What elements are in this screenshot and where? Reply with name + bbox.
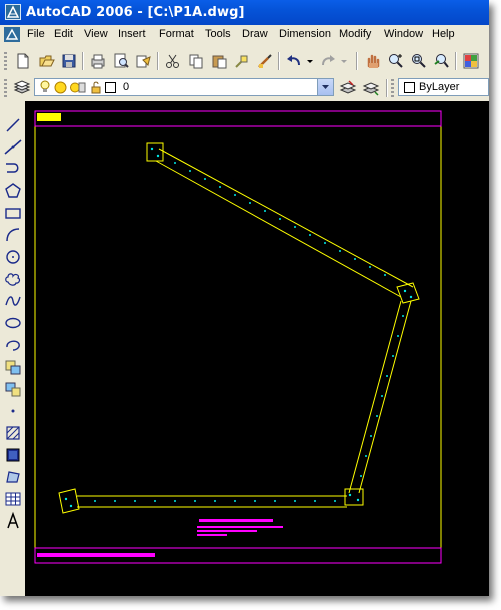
menu-modify[interactable]: Modify xyxy=(339,28,371,40)
layer-color-swatch xyxy=(105,82,116,93)
zoom-realtime-icon[interactable] xyxy=(386,51,406,71)
hatch-icon[interactable] xyxy=(3,423,23,443)
region-icon[interactable] xyxy=(3,467,23,487)
arc-icon[interactable] xyxy=(3,225,23,245)
undo-icon[interactable] xyxy=(284,51,304,71)
autocad-app-icon[interactable] xyxy=(5,4,21,20)
pier-top-right xyxy=(396,282,420,304)
layer-dropdown-arrow[interactable] xyxy=(317,79,333,95)
match-properties-icon[interactable] xyxy=(232,51,252,71)
publish-icon[interactable] xyxy=(134,51,154,71)
spline-icon[interactable] xyxy=(3,291,23,311)
rectangle-icon[interactable] xyxy=(3,203,23,223)
layer-on-icon[interactable] xyxy=(39,80,51,97)
gradient-icon[interactable] xyxy=(3,445,23,465)
wall-right-outer xyxy=(358,300,412,494)
zoom-previous-icon[interactable] xyxy=(432,51,452,71)
title-block-label xyxy=(37,113,61,121)
redo-dropdown-icon[interactable] xyxy=(339,51,349,71)
wall-right-inner xyxy=(348,300,402,494)
title-block-notes xyxy=(37,553,155,557)
title-bar[interactable]: AutoCAD 2006 - [C:\P1A.dwg] xyxy=(0,0,489,25)
menu-window[interactable]: Window xyxy=(384,28,423,40)
circle-icon[interactable] xyxy=(3,247,23,267)
zoom-window-icon[interactable] xyxy=(409,51,429,71)
window-title: AutoCAD 2006 - [C:\P1A.dwg] xyxy=(26,5,245,20)
pier-top-left xyxy=(146,142,164,162)
paste-icon[interactable] xyxy=(209,51,229,71)
toolbar-grip[interactable] xyxy=(391,79,394,97)
color-swatch xyxy=(404,82,415,93)
table-icon[interactable] xyxy=(3,489,23,509)
make-block-icon[interactable] xyxy=(3,379,23,399)
plot-icon[interactable] xyxy=(88,51,108,71)
standard-toolbar xyxy=(0,48,489,74)
drawing-area[interactable] xyxy=(25,101,489,596)
pan-icon[interactable] xyxy=(363,51,383,71)
drawing-border xyxy=(34,110,442,564)
toolbar-grip[interactable] xyxy=(4,79,7,97)
toolbar-separator xyxy=(82,52,84,70)
wall-footing-plan xyxy=(58,142,420,514)
undo-dropdown-icon[interactable] xyxy=(305,51,315,71)
draw-toolbar xyxy=(0,101,25,596)
layer-control-dropdown[interactable]: 0 xyxy=(34,78,334,96)
color-control-label: ByLayer xyxy=(419,81,460,93)
toolbar-separator xyxy=(455,52,457,70)
ellipse-arc-icon[interactable] xyxy=(3,335,23,355)
menu-insert[interactable]: Insert xyxy=(118,28,146,40)
block-editor-icon[interactable] xyxy=(255,51,275,71)
menu-file[interactable]: File xyxy=(27,28,45,40)
plan-title-annotation xyxy=(197,519,283,536)
toolbar-separator xyxy=(278,52,280,70)
layer-properties-manager-icon[interactable] xyxy=(12,78,32,98)
open-icon[interactable] xyxy=(37,51,57,71)
menu-format[interactable]: Format xyxy=(159,28,194,40)
layer-thaw-icon[interactable] xyxy=(54,81,67,97)
color-control-dropdown[interactable]: ByLayer xyxy=(398,78,489,96)
title-block-top xyxy=(34,110,442,127)
plot-preview-icon[interactable] xyxy=(111,51,131,71)
cut-icon[interactable] xyxy=(163,51,183,71)
wall-diagonal-top xyxy=(158,148,414,288)
menu-view[interactable]: View xyxy=(84,28,108,40)
make-objects-layer-current-icon[interactable] xyxy=(338,78,358,98)
document-icon[interactable] xyxy=(4,27,20,42)
point-icon[interactable] xyxy=(3,401,23,421)
layer-previous-icon[interactable] xyxy=(361,78,381,98)
menu-tools[interactable]: Tools xyxy=(205,28,231,40)
line-icon[interactable] xyxy=(3,115,23,135)
menu-bar: File Edit View Insert Format Tools Draw … xyxy=(0,25,489,45)
insert-block-icon[interactable] xyxy=(3,357,23,377)
menu-dimension[interactable]: Dimension xyxy=(279,28,331,40)
toolbar-separator xyxy=(157,52,159,70)
polygon-icon[interactable] xyxy=(3,181,23,201)
layers-toolbar: 0 ByLayer xyxy=(0,75,489,101)
pier-bottom-right xyxy=(344,488,364,506)
multiline-text-icon[interactable] xyxy=(3,511,23,531)
toolbar-grip[interactable] xyxy=(4,52,7,70)
layer-viewport-thaw-icon[interactable] xyxy=(70,81,86,97)
menu-draw[interactable]: Draw xyxy=(242,28,268,40)
autocad-window: AutoCAD 2006 - [C:\P1A.dwg] File Edit Vi… xyxy=(0,0,489,596)
redo-icon[interactable] xyxy=(318,51,338,71)
wall-diagonal-bottom xyxy=(155,160,402,298)
revision-cloud-icon[interactable] xyxy=(3,269,23,289)
menu-help[interactable]: Help xyxy=(432,28,455,40)
copy-icon[interactable] xyxy=(186,51,206,71)
toolbar-separator xyxy=(386,79,388,97)
pier-bottom-left xyxy=(58,488,80,514)
toolbar-separator xyxy=(356,52,358,70)
new-icon[interactable] xyxy=(13,51,33,71)
current-layer-name: 0 xyxy=(123,81,130,93)
construction-line-icon[interactable] xyxy=(3,137,23,157)
save-icon[interactable] xyxy=(59,51,79,71)
properties-icon[interactable] xyxy=(461,51,481,71)
ellipse-icon[interactable] xyxy=(3,313,23,333)
layer-unlock-icon[interactable] xyxy=(90,80,102,97)
polyline-icon[interactable] xyxy=(3,159,23,179)
menu-edit[interactable]: Edit xyxy=(54,28,73,40)
